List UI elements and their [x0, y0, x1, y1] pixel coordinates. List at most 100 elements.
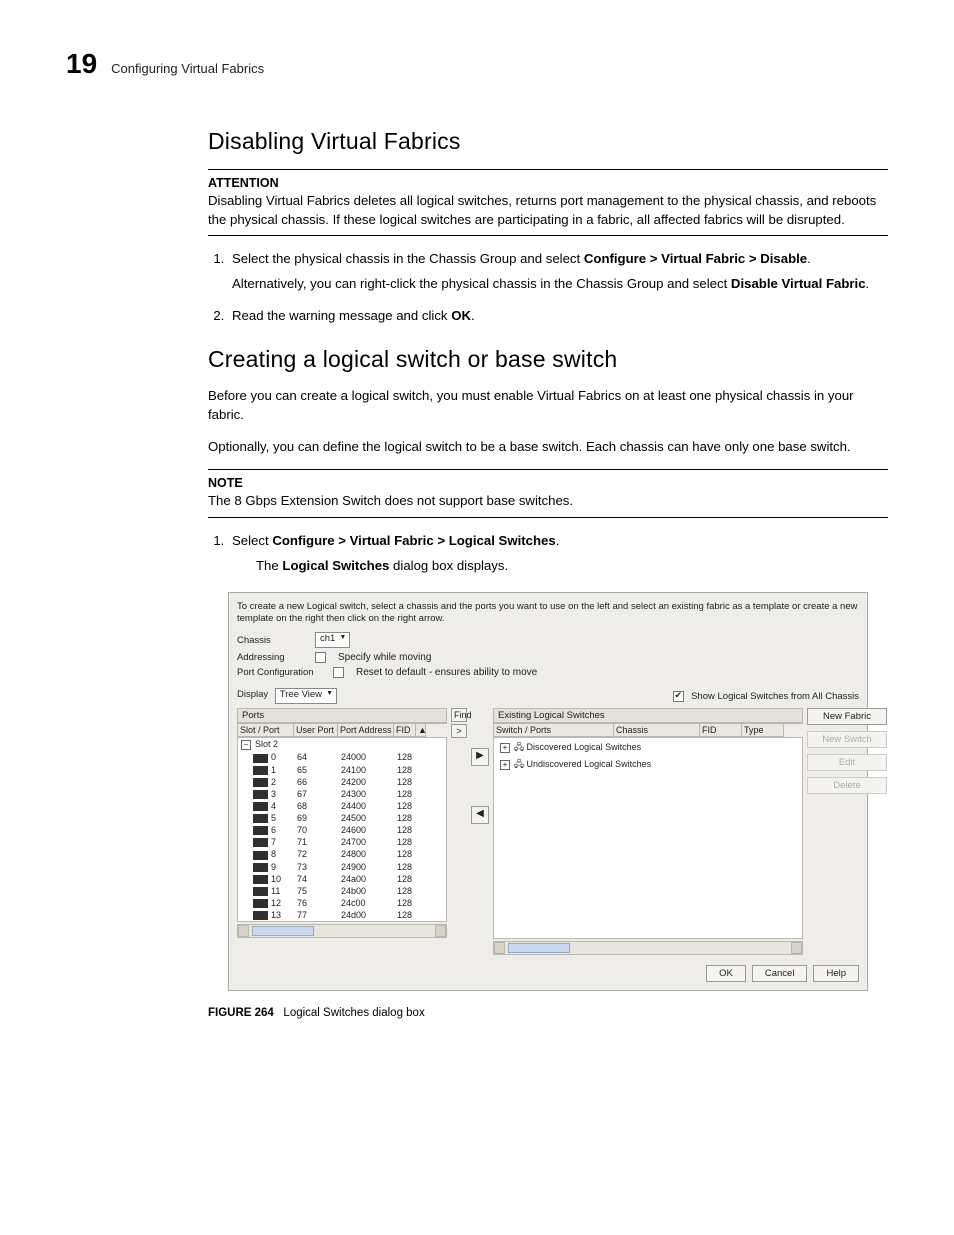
addressing-checkbox[interactable]: [315, 652, 326, 663]
port-row[interactable]: 46824400128: [238, 800, 446, 812]
create-steps: Select Configure > Virtual Fabric > Logi…: [208, 532, 888, 575]
text: Alternatively, you can right-click the p…: [232, 276, 731, 291]
slot-row[interactable]: −Slot 2: [238, 738, 446, 751]
heading-disabling: Disabling Virtual Fabrics: [208, 128, 888, 155]
port-icon: [253, 754, 268, 763]
display-label: Display: [237, 689, 268, 700]
ok-label: OK: [451, 308, 471, 323]
show-all-checkbox[interactable]: [673, 691, 684, 702]
existing-tree[interactable]: +🖧 Discovered Logical Switches +🖧 Undisc…: [493, 737, 803, 939]
move-left-button[interactable]: ◀: [471, 806, 489, 824]
ports-title: Ports: [237, 708, 447, 723]
transfer-arrows: ▶ ◀: [471, 708, 489, 830]
portcfg-label: Port Configuration: [237, 667, 325, 678]
ports-table[interactable]: −Slot 2064240001281652410012826624200128…: [237, 737, 447, 922]
expand-icon[interactable]: +: [500, 760, 510, 770]
existing-columns: Switch / Ports Chassis FID Type: [493, 723, 803, 737]
edit-button[interactable]: Edit: [807, 754, 887, 771]
attention-body: Disabling Virtual Fabrics deletes all lo…: [208, 192, 888, 229]
dialog-actions: OK Cancel Help: [237, 965, 859, 982]
existing-hscroll[interactable]: [493, 941, 803, 955]
step-text: Select the physical chassis in the Chass…: [232, 251, 584, 266]
note-box: NOTE The 8 Gbps Extension Switch does no…: [208, 469, 888, 518]
port-row[interactable]: 77124700128: [238, 836, 446, 848]
move-right-button[interactable]: ▶: [471, 748, 489, 766]
port-row[interactable]: 67024600128: [238, 824, 446, 836]
disable-step-1: Select the physical chassis in the Chass…: [228, 250, 888, 293]
attention-box: ATTENTION Disabling Virtual Fabrics dele…: [208, 169, 888, 236]
port-icon: [253, 911, 268, 920]
col-chassis[interactable]: Chassis: [614, 724, 700, 737]
note-label: NOTE: [208, 476, 888, 490]
port-icon: [253, 887, 268, 896]
ports-hscroll[interactable]: [237, 924, 447, 938]
menu-path: Disable Virtual Fabric: [731, 276, 866, 291]
disable-step-2: Read the warning message and click OK.: [228, 307, 888, 326]
port-icon: [253, 863, 268, 872]
find-button[interactable]: Find: [451, 708, 467, 722]
heading-creating: Creating a logical switch or base switch: [208, 346, 888, 373]
port-row[interactable]: 06424000128: [238, 751, 446, 763]
port-row[interactable]: 137724d00128: [238, 909, 446, 921]
text: The: [256, 558, 282, 573]
col-portaddr[interactable]: Port Address: [338, 724, 394, 737]
find-column: Find >: [451, 708, 467, 740]
help-button[interactable]: Help: [813, 965, 859, 982]
port-row[interactable]: 36724300128: [238, 788, 446, 800]
port-row[interactable]: 26624200128: [238, 776, 446, 788]
figure-screenshot: To create a new Logical switch, select a…: [208, 592, 888, 992]
port-row[interactable]: 117524b00128: [238, 885, 446, 897]
port-icon: [253, 899, 268, 908]
note-body: The 8 Gbps Extension Switch does not sup…: [208, 492, 888, 511]
new-fabric-button[interactable]: New Fabric: [807, 708, 887, 725]
port-icon: [253, 766, 268, 775]
delete-button[interactable]: Delete: [807, 777, 887, 794]
ok-button[interactable]: OK: [706, 965, 746, 982]
page-number: 19: [66, 48, 97, 80]
port-row[interactable]: 87224800128: [238, 848, 446, 860]
portcfg-chk-label: Reset to default - ensures ability to mo…: [356, 667, 537, 678]
tree-item[interactable]: Discovered Logical Switches: [527, 742, 642, 752]
port-icon: [253, 814, 268, 823]
page-header: 19 Configuring Virtual Fabrics: [66, 48, 888, 80]
portcfg-checkbox[interactable]: [333, 667, 344, 678]
port-row[interactable]: 127624c00128: [238, 897, 446, 909]
col-userport[interactable]: User Port #: [294, 724, 338, 737]
text: Select: [232, 533, 272, 548]
dialog-instruction: To create a new Logical switch, select a…: [237, 601, 859, 625]
figure-label: FIGURE 264: [208, 1007, 274, 1019]
text: .: [866, 276, 870, 291]
intro-2: Optionally, you can define the logical s…: [208, 438, 888, 457]
port-row[interactable]: 16524100128: [238, 764, 446, 776]
col-type[interactable]: Type: [742, 724, 784, 737]
collapse-icon[interactable]: −: [241, 740, 251, 750]
logical-switches-dialog: To create a new Logical switch, select a…: [228, 592, 868, 992]
ports-columns: Slot / Port User Port # Port Address FID…: [237, 723, 447, 737]
port-icon: [253, 790, 268, 799]
intro-1: Before you can create a logical switch, …: [208, 387, 888, 424]
menu-path: Configure > Virtual Fabric > Logical Swi…: [272, 533, 555, 548]
dialog-name: Logical Switches: [282, 558, 389, 573]
display-select[interactable]: Tree View: [275, 688, 337, 704]
col-switchports[interactable]: Switch / Ports: [494, 724, 614, 737]
figure-caption: FIGURE 264 Logical Switches dialog box: [208, 1005, 888, 1021]
col-fid[interactable]: FID: [394, 724, 416, 737]
col-slotport[interactable]: Slot / Port: [238, 724, 294, 737]
expand-icon[interactable]: +: [500, 743, 510, 753]
port-row[interactable]: 107424a00128: [238, 873, 446, 885]
find-next-button[interactable]: >: [451, 724, 467, 738]
new-switch-button[interactable]: New Switch: [807, 731, 887, 748]
right-button-stack: New Fabric New Switch Edit Delete: [807, 708, 887, 794]
ports-panel: Ports Slot / Port User Port # Port Addre…: [237, 708, 447, 938]
cancel-button[interactable]: Cancel: [752, 965, 808, 982]
chassis-select[interactable]: ch1: [315, 632, 350, 648]
step1-result: The Logical Switches dialog box displays…: [256, 557, 888, 576]
port-row[interactable]: 97324900128: [238, 861, 446, 873]
addressing-label: Addressing: [237, 652, 307, 663]
port-row[interactable]: 56924500128: [238, 812, 446, 824]
existing-title: Existing Logical Switches: [493, 708, 803, 723]
port-icon: [253, 826, 268, 835]
col-fid2[interactable]: FID: [700, 724, 742, 737]
tree-item[interactable]: Undiscovered Logical Switches: [527, 759, 652, 769]
chassis-label: Chassis: [237, 635, 307, 646]
